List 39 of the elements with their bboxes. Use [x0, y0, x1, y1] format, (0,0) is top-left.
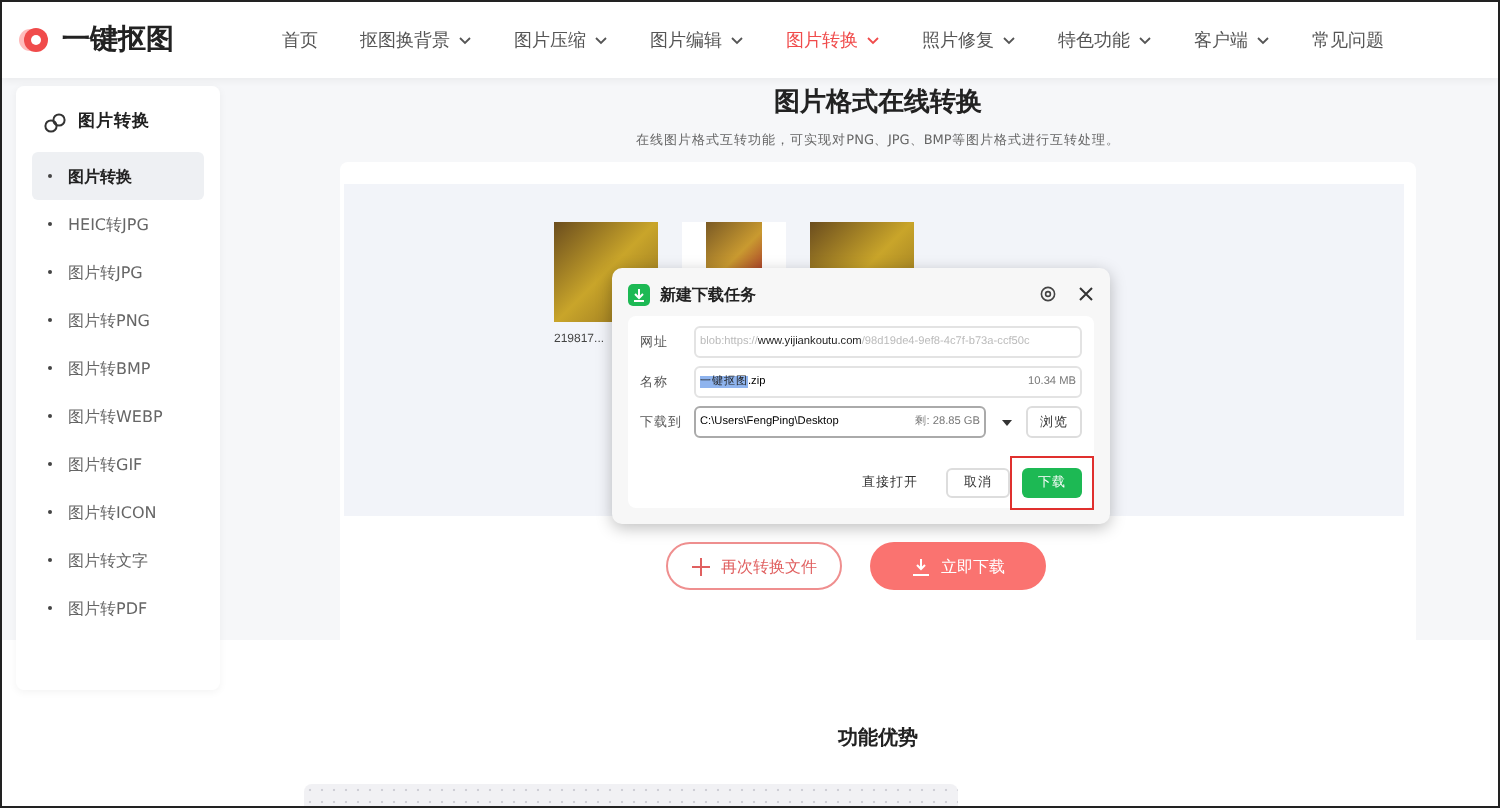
- close-icon[interactable]: [1078, 286, 1094, 302]
- download-icon: [911, 557, 929, 575]
- chevron-down-icon: [866, 35, 880, 45]
- settings-icon[interactable]: [1040, 286, 1056, 302]
- nav-item[interactable]: 客户端: [1194, 27, 1270, 53]
- sidebar-item[interactable]: 图片转换: [32, 152, 204, 200]
- sidebar-item[interactable]: 图片转ICON: [32, 488, 204, 536]
- plus-icon: [691, 557, 709, 575]
- nav-item[interactable]: 照片修复: [922, 27, 1016, 53]
- chevron-down-icon: [1002, 35, 1016, 45]
- nav-item[interactable]: 首页: [282, 27, 318, 53]
- nav-item[interactable]: 特色功能: [1058, 27, 1152, 53]
- sidebar-title: 图片转换: [78, 110, 150, 134]
- nav-item[interactable]: 常见问题: [1312, 27, 1384, 53]
- nav-item[interactable]: 图片转换: [786, 27, 880, 53]
- sidebar-item[interactable]: HEIC转JPG: [32, 200, 204, 248]
- chevron-down-icon: [458, 35, 472, 45]
- sidebar-item[interactable]: 图片转PDF: [32, 584, 204, 632]
- sidebar-item[interactable]: 图片转WEBP: [32, 392, 204, 440]
- chevron-down-icon: [730, 35, 744, 45]
- chevron-down-icon: [1256, 35, 1270, 45]
- section-title: 功能优势: [836, 725, 920, 752]
- nav-item[interactable]: 图片编辑: [650, 27, 744, 53]
- sidebar-item[interactable]: 图片转BMP: [32, 344, 204, 392]
- sidebar-item[interactable]: 图片转JPG: [32, 248, 204, 296]
- action-button[interactable]: 再次转换文件: [666, 542, 842, 590]
- download-icon: [628, 283, 650, 305]
- chevron-down-icon: [594, 35, 608, 45]
- logo-icon: [18, 24, 50, 56]
- chevron-down-icon: [1138, 35, 1152, 45]
- sidebar-item[interactable]: 图片转PNG: [32, 296, 204, 344]
- sidebar-item[interactable]: 图片转GIF: [32, 440, 204, 488]
- page-title: 图片格式在线转换: [772, 86, 984, 120]
- dialog-title: 新建下载任务: [660, 283, 758, 305]
- nav-item[interactable]: 抠图换背景: [360, 27, 472, 53]
- convert-icon: [44, 111, 66, 133]
- nav-item[interactable]: 图片压缩: [514, 27, 608, 53]
- logo-text: 一键抠图: [62, 22, 174, 58]
- sidebar-item[interactable]: 图片转文字: [32, 536, 204, 584]
